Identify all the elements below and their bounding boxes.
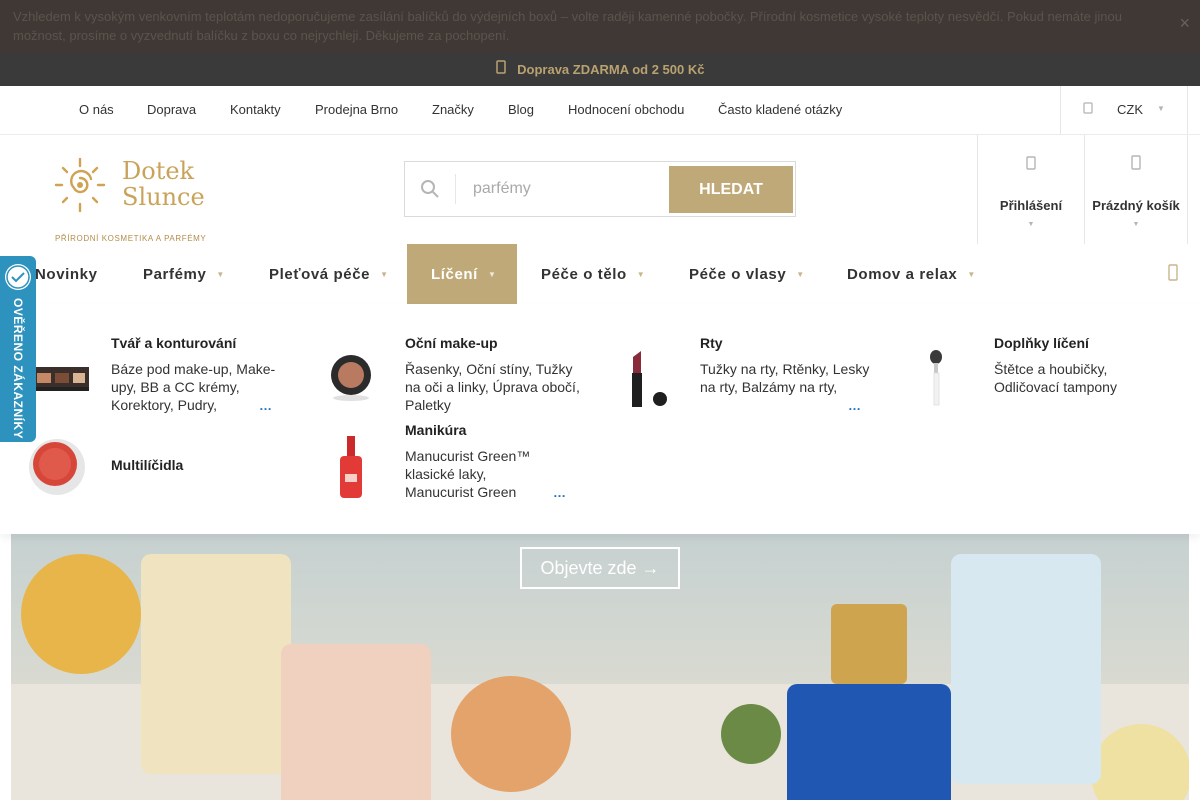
mega-category-title[interactable]: Tvář a konturování bbox=[111, 335, 236, 351]
currency-selector[interactable]: CZK ▼ bbox=[1060, 86, 1188, 134]
main-navigation: Novinky Parfémy ▼ Pleťová péče ▼ Líčení ▼ P… bbox=[0, 244, 1200, 304]
mega-menu: Tvář a konturování Báze pod make-up, Mak… bbox=[0, 304, 1200, 534]
notice-bar: Vzhledem k vysokým venkovním teplotám ne… bbox=[0, 0, 1200, 53]
more-link[interactable]: … bbox=[259, 398, 272, 413]
chevron-down-icon: ▼ bbox=[380, 270, 389, 279]
chevron-down-icon: ▼ bbox=[796, 270, 805, 279]
chevron-down-icon: ▼ bbox=[1027, 221, 1035, 228]
nav-pece-o-telo[interactable]: Péče o tělo ▼ bbox=[541, 244, 645, 304]
nav-pece-o-vlasy[interactable]: Péče o vlasy ▼ bbox=[689, 244, 805, 304]
user-icon bbox=[978, 151, 1084, 175]
chevron-down-icon: ▼ bbox=[1132, 221, 1140, 228]
nav-domov-a-relax[interactable]: Domov a relax ▼ bbox=[847, 244, 976, 304]
makeup-brush-image bbox=[930, 350, 942, 406]
nav-parfemy[interactable]: Parfémy ▼ bbox=[143, 244, 225, 304]
more-link[interactable]: … bbox=[848, 398, 861, 413]
mega-category-title[interactable]: Rty bbox=[700, 335, 723, 351]
logo-name: Dotek Slunce bbox=[122, 157, 205, 211]
verified-badge-text: OVĚŘENO ZÁKAZNÍKY bbox=[11, 298, 25, 440]
eyeshadow-compact-image bbox=[331, 355, 371, 401]
mega-category-manikura[interactable]: Manikúra Manucurist Green™ klasické laky… bbox=[311, 422, 601, 512]
nail-polish-image bbox=[340, 436, 362, 498]
cart-icon bbox=[1085, 151, 1187, 175]
mega-category-title[interactable]: Doplňky líčení bbox=[994, 335, 1089, 351]
chevron-down-icon: ▼ bbox=[967, 270, 976, 279]
toplink-caste-otazky[interactable]: Často kladené otázky bbox=[718, 86, 842, 134]
cart-label: Prázdný košík bbox=[1092, 198, 1180, 213]
sun-logo-icon bbox=[54, 157, 106, 213]
nav-liceni[interactable]: Líčení ▼ bbox=[407, 244, 517, 304]
seal-icon bbox=[5, 264, 31, 290]
search-icon bbox=[419, 178, 441, 200]
mega-category-multilicidla[interactable]: Multilíčidla bbox=[25, 431, 315, 521]
chevron-down-icon: ▼ bbox=[636, 270, 646, 279]
mega-category-links[interactable]: Štětce a houbičky, Odličovací tampony bbox=[994, 360, 1174, 396]
free-shipping-bar: Doprava ZDARMA od 2 500 Kč bbox=[0, 53, 1200, 86]
more-link[interactable]: … bbox=[553, 485, 566, 500]
mega-category-title[interactable]: Oční make-up bbox=[405, 335, 498, 351]
search-button[interactable]: HLEDAT bbox=[669, 166, 793, 213]
cart-button[interactable]: Prázdný košík ▼ bbox=[1084, 135, 1188, 244]
toplink-hodnoceni-obchodu[interactable]: Hodnocení obchodu bbox=[568, 86, 684, 134]
currency-label: CZK bbox=[1117, 102, 1143, 117]
top-links-bar: O nás Doprava Kontakty Prodejna Brno Zna… bbox=[0, 86, 1200, 135]
mega-category-links[interactable]: Řasenky, Oční stíny, Tužky na oči a link… bbox=[405, 360, 585, 414]
mega-category-tvar[interactable]: Tvář a konturování Báze pod make-up, Mak… bbox=[25, 335, 315, 425]
search-bar: HLEDAT bbox=[404, 161, 796, 217]
site-header: Dotek Slunce PŘÍRODNÍ KOSMETIKA A PARFÉM… bbox=[0, 135, 1200, 244]
mega-category-title[interactable]: Multilíčidla bbox=[111, 457, 183, 473]
verified-customers-badge[interactable]: OVĚŘENO ZÁKAZNÍKY bbox=[0, 256, 36, 442]
hero-cta-button[interactable]: Objevte zde → bbox=[520, 547, 680, 589]
toplink-blog[interactable]: Blog bbox=[508, 86, 534, 134]
toplink-prodejna-brno[interactable]: Prodejna Brno bbox=[315, 86, 398, 134]
chevron-down-icon: ▼ bbox=[487, 270, 497, 279]
mega-category-doplnky[interactable]: Doplňky líčení Štětce a houbičky, Odličo… bbox=[908, 335, 1198, 425]
nav-novinky[interactable]: Novinky bbox=[35, 244, 98, 304]
lipstick-image bbox=[632, 351, 667, 407]
mega-category-rty[interactable]: Rty Tužky na rty, Rtěnky, Lesky na rty, … bbox=[614, 335, 904, 425]
free-shipping-text: Doprava ZDARMA od 2 500 Kč bbox=[517, 62, 705, 77]
close-icon[interactable]: × bbox=[1179, 14, 1190, 32]
chevron-down-icon: ▼ bbox=[216, 270, 225, 279]
toplink-kontakty[interactable]: Kontakty bbox=[230, 86, 281, 134]
logo-tagline: PŘÍRODNÍ KOSMETIKA A PARFÉMY bbox=[55, 234, 207, 243]
chevron-down-icon: ▼ bbox=[1157, 104, 1165, 113]
notice-text: Vzhledem k vysokým venkovním teplotám ne… bbox=[13, 9, 1122, 43]
blush-pot-image bbox=[29, 439, 85, 495]
toplink-znacky[interactable]: Značky bbox=[432, 86, 474, 134]
toplink-doprava[interactable]: Doprava bbox=[147, 86, 196, 134]
login-label: Přihlášení bbox=[999, 198, 1063, 213]
mega-category-title[interactable]: Manikúra bbox=[405, 422, 466, 438]
mega-category-links[interactable]: Tužky na rty, Rtěnky, Lesky na rty, Balz… bbox=[700, 360, 880, 396]
mega-category-links[interactable]: Manucurist Green™ klasické laky, Manucur… bbox=[405, 447, 553, 501]
search-icon[interactable] bbox=[1164, 262, 1182, 284]
currency-icon bbox=[1083, 102, 1093, 114]
search-input[interactable] bbox=[461, 170, 661, 208]
nav-pletova-pece[interactable]: Pleťová péče ▼ bbox=[269, 244, 389, 304]
truck-icon bbox=[495, 53, 506, 86]
search-divider bbox=[455, 174, 456, 204]
mega-category-ocni[interactable]: Oční make-up Řasenky, Oční stíny, Tužky … bbox=[311, 335, 601, 425]
toplink-o-nas[interactable]: O nás bbox=[79, 86, 114, 134]
logo[interactable]: Dotek Slunce PŘÍRODNÍ KOSMETIKA A PARFÉM… bbox=[54, 155, 206, 243]
login-button[interactable]: Přihlášení ▼ bbox=[977, 135, 1084, 244]
